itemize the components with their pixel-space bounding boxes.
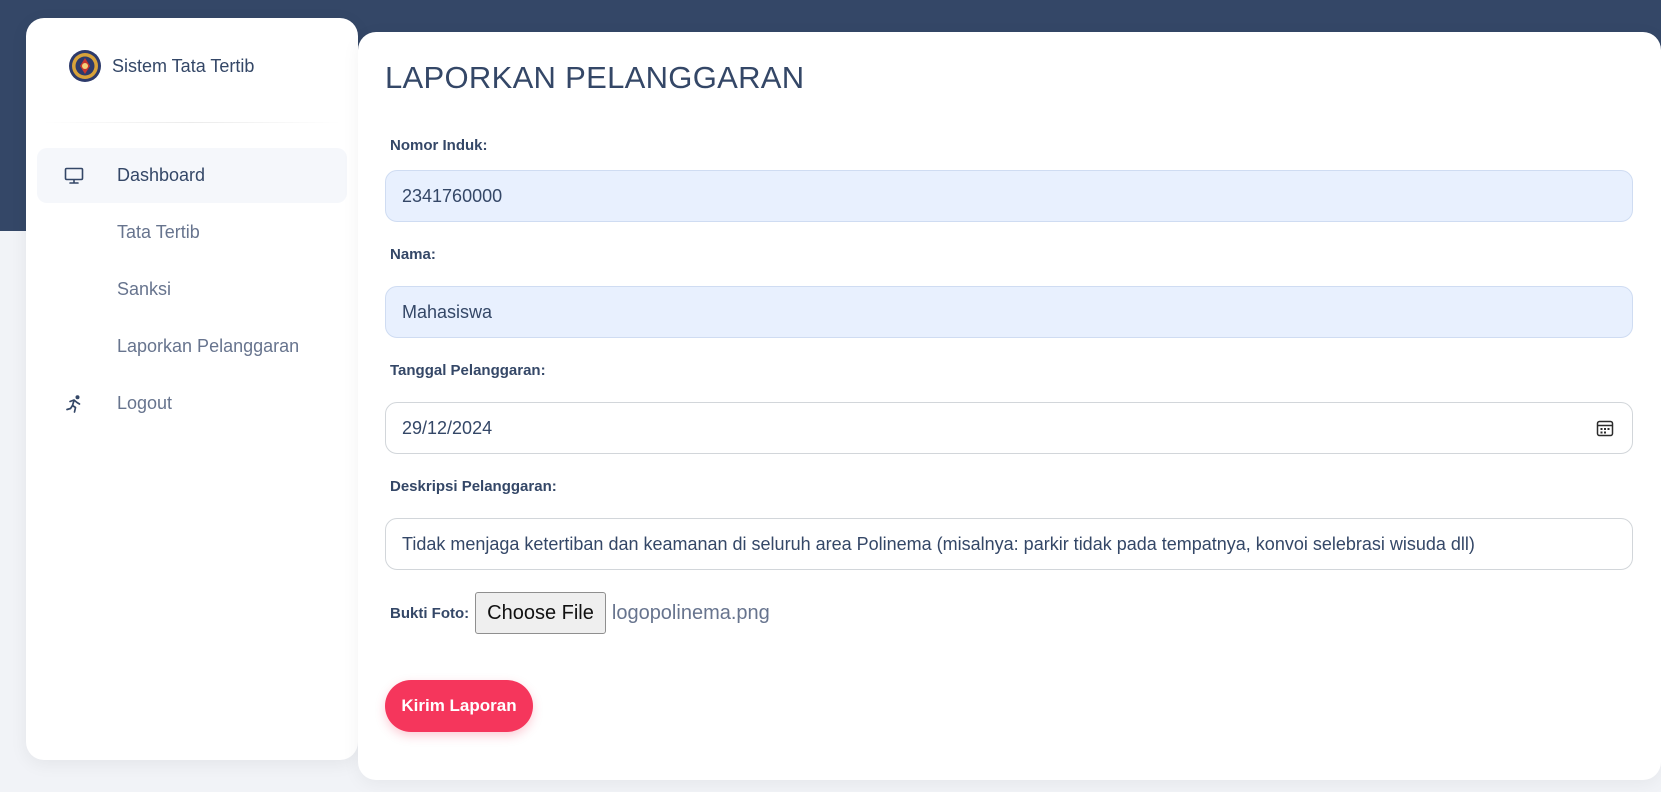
sidebar-item-laporkan-pelanggaran[interactable]: Laporkan Pelanggaran [37,319,347,374]
monitor-icon [63,165,85,187]
tanggal-input[interactable] [385,402,1633,454]
report-form-card: LAPORKAN PELANGGARAN Nomor Induk: Nama: … [358,32,1661,780]
nomor-induk-input[interactable] [385,170,1633,222]
deskripsi-label: Deskripsi Pelanggaran: [390,478,557,495]
bukti-foto-row: Bukti Foto: Choose File logopolinema.png [390,591,770,635]
tanggal-field [385,402,1633,454]
brand-name: Sistem Tata Tertib [112,55,255,76]
sidebar-item-label: Tata Tertib [117,222,200,242]
bukti-foto-label: Bukti Foto: [390,604,470,622]
sidebar-item-tata-tertib[interactable]: Tata Tertib [37,205,347,260]
sidebar-divider [42,122,342,123]
sidebar-item-logout[interactable]: Logout [37,376,347,431]
page-title: LAPORKAN PELANGGARAN [385,60,805,95]
polinema-logo-icon [69,50,101,82]
sidebar-item-label: Dashboard [117,165,206,185]
selected-file-name: logopolinema.png [611,601,770,624]
nama-input[interactable] [385,286,1633,338]
running-person-icon [63,393,85,415]
calendar-icon[interactable] [1595,418,1615,438]
sidebar-item-dashboard[interactable]: Dashboard [37,148,347,203]
sidebar: Sistem Tata Tertib Dashboard Tata Tertib… [26,18,358,760]
nomor-induk-label: Nomor Induk: [390,137,488,154]
sidebar-item-label: Logout [117,393,173,413]
kirim-laporan-button[interactable]: Kirim Laporan [385,680,533,732]
deskripsi-input[interactable] [385,518,1633,570]
sidebar-item-label: Sanksi [117,279,172,299]
choose-file-button[interactable]: Choose File [475,592,606,634]
sidebar-nav: Dashboard Tata Tertib Sanksi Laporkan Pe… [37,148,347,433]
nama-label: Nama: [390,246,436,263]
sidebar-item-label: Laporkan Pelanggaran [117,336,300,356]
tanggal-label: Tanggal Pelanggaran: [390,362,546,379]
brand[interactable]: Sistem Tata Tertib [68,46,254,86]
sidebar-item-sanksi[interactable]: Sanksi [37,262,347,317]
